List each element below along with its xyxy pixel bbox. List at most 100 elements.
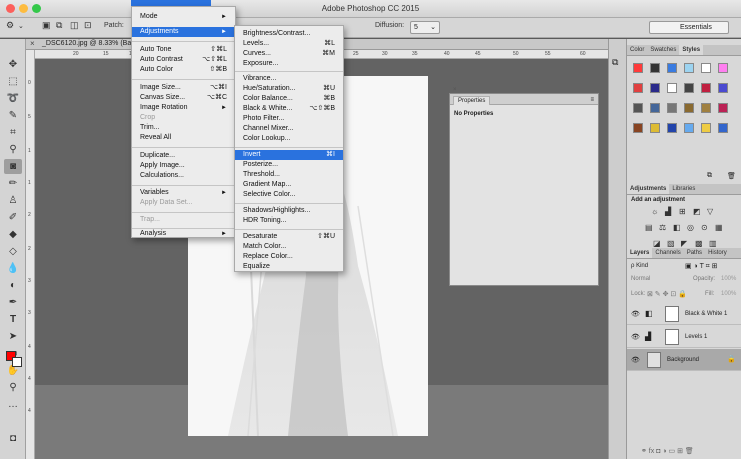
menu-item-canvas-size[interactable]: Canvas Size... ⌥⌘C [132,93,235,103]
style-swatch[interactable] [718,83,728,93]
menu-item-duplicate[interactable]: Duplicate... [132,151,235,161]
brush-tool-icon[interactable]: ✏ [4,176,22,191]
menu-item-match-color[interactable]: Match Color... [235,242,343,252]
path-select-tool-icon[interactable]: ➤ [4,329,22,344]
gradient-adjustment-icon[interactable]: ▽ [707,207,713,216]
style-swatch[interactable] [684,63,694,73]
quick-mask-icon[interactable]: ◘ [4,431,22,446]
style-swatch[interactable] [667,83,677,93]
menu-item-calculations[interactable]: Calculations... [132,171,235,181]
menu-item-auto-color[interactable]: Auto Color ⇧⌘B [132,65,235,75]
panel-menu-icon[interactable]: ≡ [590,95,594,105]
style-swatch[interactable] [650,103,660,113]
style-swatch[interactable] [684,83,694,93]
style-swatch[interactable] [667,123,677,133]
menu-item-auto-contrast[interactable]: Auto Contrast ⌥⇧⌘L [132,55,235,65]
layer-row[interactable]: 👁 Background 🔒 [627,349,741,371]
curves-adjustment-icon[interactable]: ⊞ [679,207,686,216]
menu-item-adjustments[interactable]: Adjustments ► [132,27,235,37]
style-swatch[interactable] [650,83,660,93]
menu-item-hue-saturation[interactable]: Hue/Saturation... ⌘U [235,84,343,94]
dodge-tool-icon[interactable]: ◐ [4,278,22,293]
menu-item-channel-mixer[interactable]: Channel Mixer... [235,124,343,134]
menu-item-exposure[interactable]: Exposure... [235,59,343,69]
eye-icon[interactable]: 👁 [631,310,640,318]
exposure-adjustment-icon[interactable]: ◩ [693,207,701,216]
selection-subtract-icon[interactable]: ◫ [70,20,79,31]
blur-tool-icon[interactable]: 💧 [4,261,22,276]
opacity-value[interactable]: 100% [721,276,736,282]
menu-item-posterize[interactable]: Posterize... [235,160,343,170]
close-panel-icon[interactable]: × [453,85,457,95]
tab-adjustments[interactable]: Adjustments [627,184,670,194]
tab-layers[interactable]: Layers [627,248,653,258]
type-tool-icon[interactable]: T [4,312,22,327]
hue-adjustment-icon[interactable]: ▤ [645,223,653,232]
menu-item-selective-color[interactable]: Selective Color... [235,190,343,200]
style-swatch[interactable] [701,83,711,93]
style-swatch[interactable] [667,63,677,73]
style-swatch[interactable] [718,103,728,113]
workspace-select[interactable]: Essentials [649,21,729,34]
menu-item-brightness-contrast[interactable]: Brightness/Contrast... [235,29,343,39]
paint-bucket-tool-icon[interactable]: ◇ [4,244,22,259]
history-brush-tool-icon[interactable]: ✐ [4,210,22,225]
style-swatch[interactable] [667,103,677,113]
gradient-map-adjustment-icon[interactable]: ▥ [709,239,717,248]
tab-channels[interactable]: Channels [652,248,683,258]
menu-item-trim[interactable]: Trim... [132,123,235,133]
menu-item-analysis[interactable]: Analysis ► [132,229,235,239]
link-layers-icon[interactable]: ⚭ fx ◘ ◑ ▭ ⊞ 🗑 [641,448,694,455]
move-tool-icon[interactable]: ✥ [4,57,22,72]
style-swatch[interactable] [633,83,643,93]
lookup-adjustment-icon[interactable]: ▦ [715,223,723,232]
new-style-icon[interactable]: ⧉ [707,172,712,180]
menu-item-replace-color[interactable]: Replace Color... [235,252,343,262]
diffusion-select[interactable]: 5 ⌄ [410,21,440,34]
layer-mask-thumbnail[interactable] [665,306,679,322]
marquee-tool-icon[interactable]: ⬚ [4,74,22,89]
menu-item-equalize[interactable]: Equalize [235,262,343,272]
layer-name[interactable]: Black & White 1 [685,311,727,317]
image-icon[interactable] [647,352,661,368]
bw-adjustment-icon[interactable]: ◧ [673,223,681,232]
pen-tool-icon[interactable]: ✒ [4,295,22,310]
menu-item-curves[interactable]: Curves... ⌘M [235,49,343,59]
layer-name[interactable]: Levels 1 [685,334,707,340]
layer-mask-thumbnail[interactable] [665,329,679,345]
layer-row[interactable]: 👁 ◧ Black & White 1 [627,303,741,325]
invert-adjustment-icon[interactable]: ◪ [653,239,661,248]
menu-item-photo-filter[interactable]: Photo Filter... [235,114,343,124]
style-swatch[interactable] [701,103,711,113]
style-swatch[interactable] [701,63,711,73]
eye-icon[interactable]: 👁 [631,356,640,364]
delete-style-icon[interactable]: 🗑 [727,172,736,180]
menu-item-hdr-toning[interactable]: HDR Toning... [235,216,343,226]
menu-item-apply-image[interactable]: Apply Image... [132,161,235,171]
mixer-adjustment-icon[interactable]: ⊙ [701,223,708,232]
menu-item-levels[interactable]: Levels... ⌘L [235,39,343,49]
fill-value[interactable]: 100% [721,291,736,297]
selection-intersect-icon[interactable]: ⊡ [84,20,92,31]
close-document-icon[interactable]: × [30,39,35,48]
zoom-tool-icon[interactable]: ⚲ [4,380,22,395]
menu-item-reveal-all[interactable]: Reveal All [132,133,235,143]
layer-name[interactable]: Background [667,357,699,363]
more-tools-icon[interactable]: … [4,397,22,412]
style-swatch[interactable] [701,123,711,133]
filter-icons[interactable]: ▣ ◑ T ⌗ ⊞ [685,262,717,271]
balance-adjustment-icon[interactable]: ⚖ [659,223,666,232]
eyedropper-tool-icon[interactable]: ⚲ [4,142,22,157]
style-swatch[interactable] [718,123,728,133]
tab-libraries[interactable]: Libraries [669,184,698,194]
menu-item-variables[interactable]: Variables ► [132,188,235,198]
photo-filter-adjustment-icon[interactable]: ◎ [687,223,694,232]
style-swatch[interactable] [633,123,643,133]
style-swatch[interactable] [650,123,660,133]
menu-item-image-rotation[interactable]: Image Rotation ► [132,103,235,113]
tab-history[interactable]: History [705,248,730,258]
blend-mode-select[interactable]: Normal [631,276,650,282]
menu-item-black-white[interactable]: Black & White... ⌥⇧⌘B [235,104,343,114]
menu-item-shadows-highlights[interactable]: Shadows/Highlights... [235,206,343,216]
menu-item-threshold[interactable]: Threshold... [235,170,343,180]
